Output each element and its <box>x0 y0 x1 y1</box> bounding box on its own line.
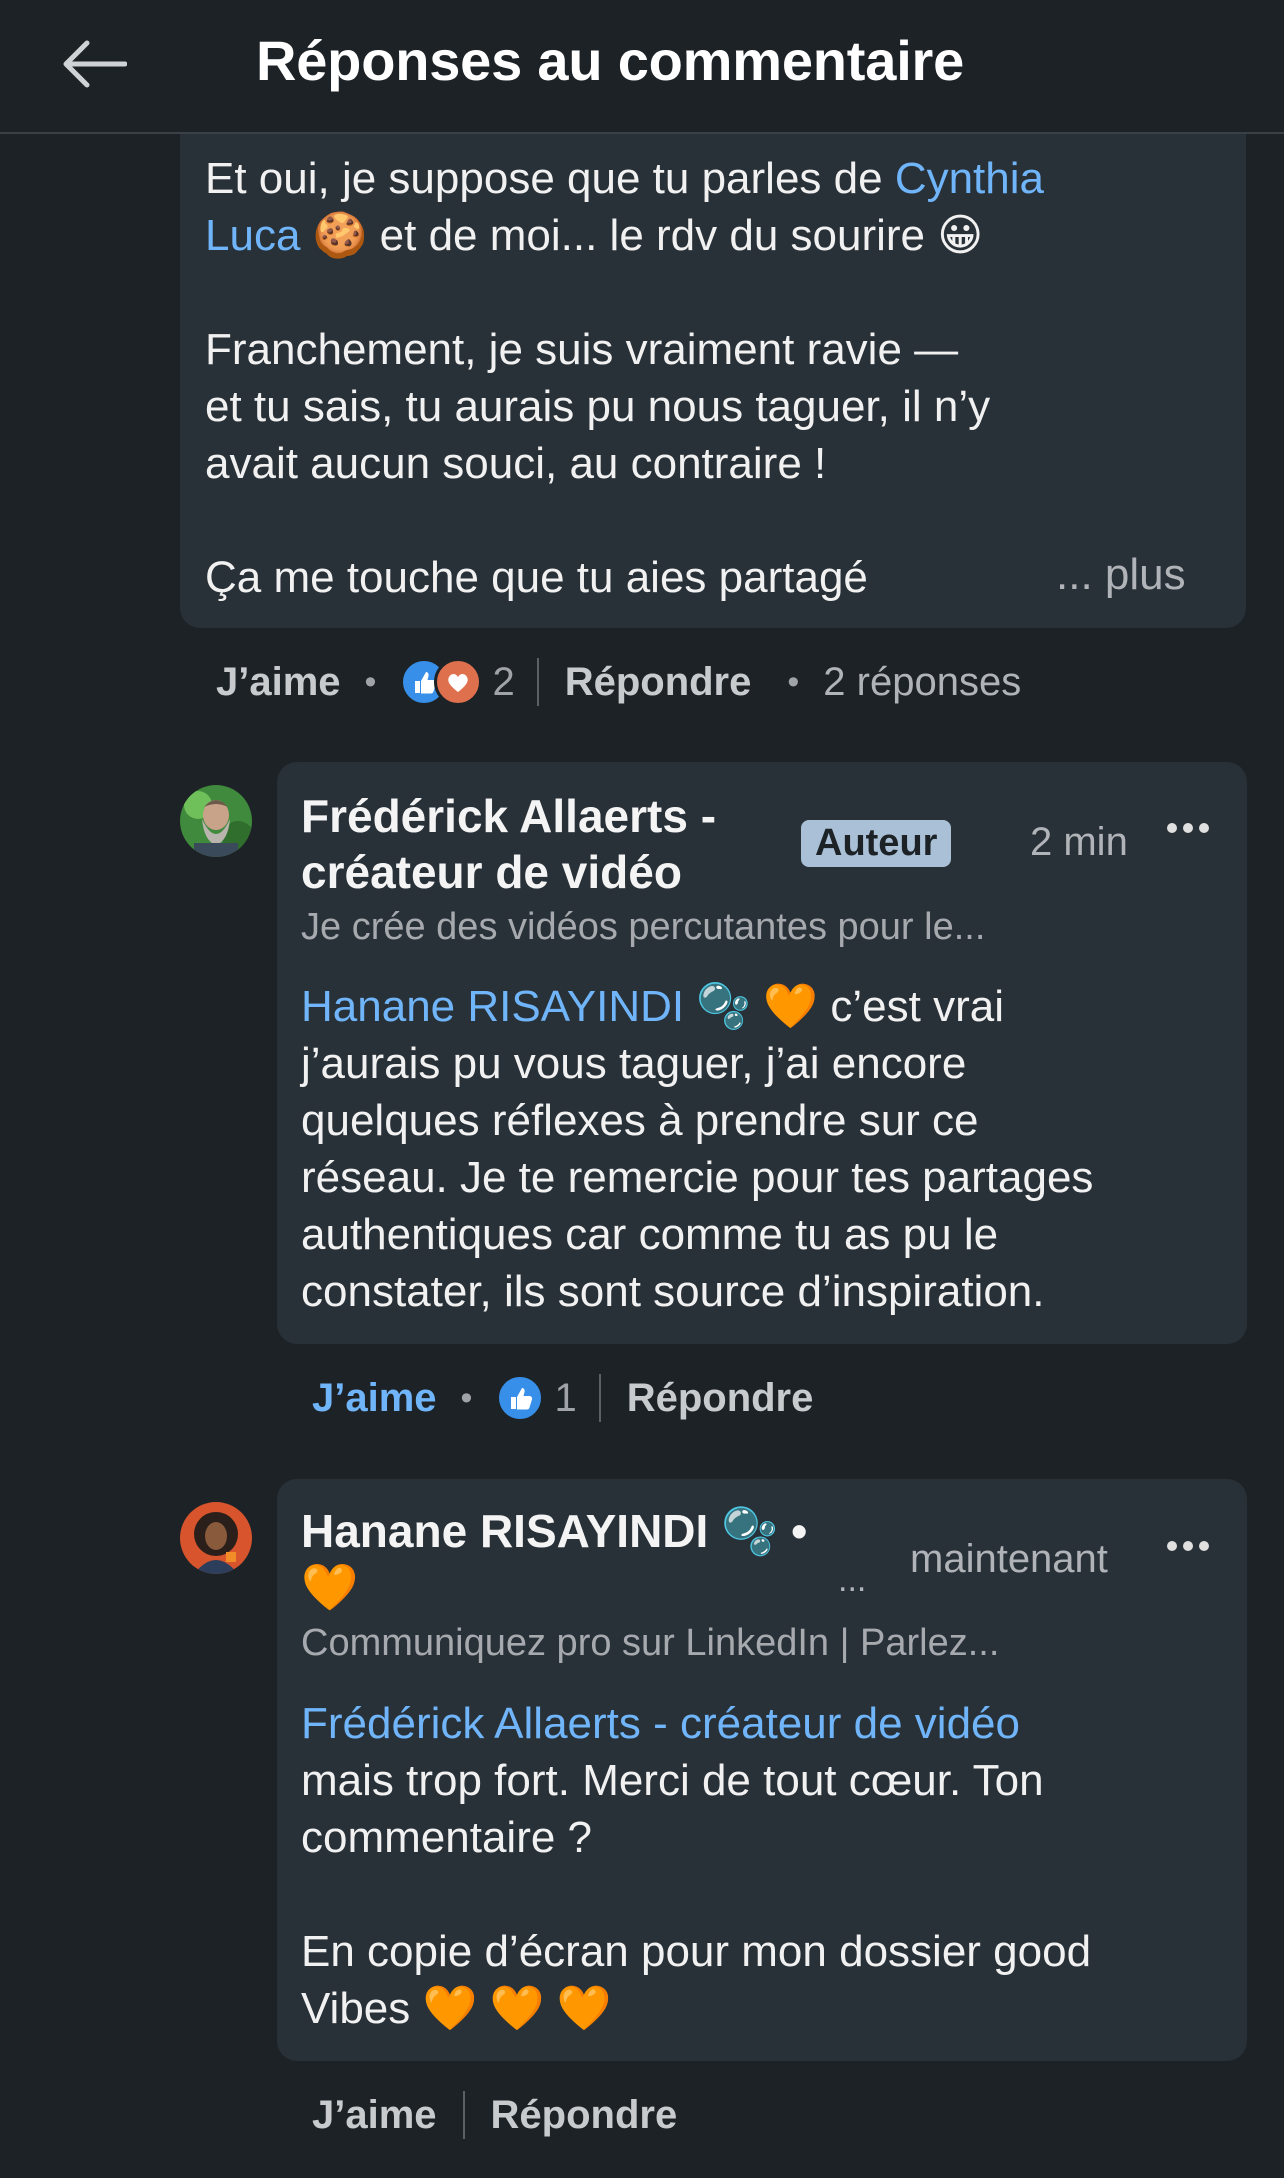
reaction-count: 2 <box>492 659 515 704</box>
text-line: Et oui, je suppose que tu parles de Cynt… <box>205 150 1235 207</box>
text-span: quelques réflexes à prendre sur ce <box>301 1096 979 1145</box>
like-button[interactable]: J’aime <box>216 660 341 705</box>
mention-link[interactable]: Luca <box>205 211 300 260</box>
text-line: mais trop fort. Merci de tout cœur. Ton <box>301 1752 1231 1809</box>
separator-dot: • <box>787 662 800 701</box>
divider <box>462 2091 465 2139</box>
reactions[interactable]: 1 <box>496 1374 577 1422</box>
author-name[interactable]: Frédérick Allaerts - créateur de vidéo <box>301 788 716 900</box>
text-span: Franchement, je suis vraiment ravie — <box>205 325 959 374</box>
timestamp: maintenant <box>910 1537 1108 1581</box>
more-options-icon[interactable] <box>1166 796 1210 846</box>
like-reaction-icon <box>496 1374 545 1422</box>
text-span: constater, ils sont source d’inspiration… <box>301 1267 1045 1316</box>
text-span: Vibes 🧡 🧡 🧡 <box>301 1984 612 2033</box>
text-line: Frédérick Allaerts - créateur de vidéo <box>301 1695 1231 1752</box>
like-button[interactable]: J’aime <box>312 2093 437 2138</box>
text-line: commentaire ? <box>301 1809 1231 1866</box>
reply-actions: J’aime Répondre <box>312 2091 677 2139</box>
text-line: j’aurais pu vous taguer, j’ai encore <box>301 1035 1231 1092</box>
text-span: 🫧 🧡 c’est vrai <box>684 982 1004 1031</box>
reaction-count: 1 <box>554 1375 577 1420</box>
mention-link[interactable]: Hanane RISAYINDI <box>301 982 684 1031</box>
text-line: Franchement, je suis vraiment ravie — <box>205 321 1235 378</box>
text-span: Ça me touche que tu aies partagé <box>205 553 868 602</box>
text-line: Luca 🍪 et de moi... le rdv du sourire 😀 <box>205 207 1235 264</box>
parent-comment-actions: J’aime • 2 Répondre • 2 réponses <box>216 658 1021 706</box>
text-line: Hanane RISAYINDI 🫧 🧡 c’est vrai <box>301 978 1231 1035</box>
text-span: réseau. Je te remercie pour tes partages <box>301 1153 1094 1202</box>
more-options-icon[interactable] <box>1166 1514 1210 1564</box>
text-span: Et oui, je suppose que tu parles de <box>205 154 895 203</box>
author-headline: Je crée des vidéos percutantes pour le..… <box>301 906 986 948</box>
reactions[interactable]: 2 <box>400 658 515 706</box>
text-span: 🍪 et de moi... le rdv du sourire 😀 <box>300 211 984 260</box>
text-span: authentiques car comme tu as pu le <box>301 1210 999 1259</box>
reply-text: Frédérick Allaerts - créateur de vidéo ma… <box>301 1695 1231 2037</box>
text-span: commentaire ? <box>301 1813 593 1862</box>
author-badge: Auteur <box>801 820 952 867</box>
text-line: En copie d’écran pour mon dossier good <box>301 1923 1231 1980</box>
text-span: En copie d’écran pour mon dossier good <box>301 1927 1092 1976</box>
text-span: mais trop fort. Merci de tout cœur. Ton <box>301 1756 1044 1805</box>
reply-button[interactable]: Répondre <box>627 1376 814 1421</box>
love-reaction-icon <box>434 658 483 706</box>
avatar[interactable] <box>180 785 252 857</box>
mention-link[interactable]: Frédérick Allaerts - créateur de vidéo <box>301 1699 1020 1748</box>
page-title: Réponses au commentaire <box>256 29 965 92</box>
text-line: avait aucun souci, au contraire ! <box>205 435 1235 492</box>
separator-dot: • <box>364 662 377 701</box>
text-span: avait aucun souci, au contraire ! <box>205 439 827 488</box>
divider <box>598 1374 601 1422</box>
see-more-link[interactable]: ... plus <box>1056 550 1186 600</box>
parent-comment-text: Et oui, je suppose que tu parles de Cynt… <box>205 150 1235 606</box>
text-line: et tu sais, tu aurais pu nous taguer, il… <box>205 378 1235 435</box>
author-headline: Communiquez pro sur LinkedIn | Parlez... <box>301 1622 1000 1664</box>
text-span: et tu sais, tu aurais pu nous taguer, il… <box>205 382 991 431</box>
reply-actions: J’aime • 1 Répondre <box>312 1374 813 1422</box>
mention-link[interactable]: Cynthia <box>895 154 1044 203</box>
separator-dot: • <box>460 1378 473 1417</box>
text-line: Vibes 🧡 🧡 🧡 <box>301 1980 1231 2037</box>
replies-count-link[interactable]: 2 réponses <box>823 660 1021 705</box>
text-line: authentiques car comme tu as pu le <box>301 1206 1231 1263</box>
author-name[interactable]: Hanane RISAYINDI 🫧 • 🧡 <box>301 1503 807 1615</box>
reply-text: Hanane RISAYINDI 🫧 🧡 c’est vrai j’aurais … <box>301 978 1231 1320</box>
back-arrow-icon[interactable] <box>56 34 132 94</box>
reply-button[interactable]: Répondre <box>565 660 752 705</box>
avatar[interactable] <box>180 1502 252 1574</box>
connection-degree: ... <box>838 1561 867 1599</box>
text-line: constater, ils sont source d’inspiration… <box>301 1263 1231 1320</box>
top-bar: Réponses au commentaire <box>0 0 1284 134</box>
divider <box>536 658 539 706</box>
reply-button[interactable]: Répondre <box>491 2093 678 2138</box>
timestamp: 2 min <box>1030 820 1128 864</box>
text-line: réseau. Je te remercie pour tes partages <box>301 1149 1231 1206</box>
text-span: j’aurais pu vous taguer, j’ai encore <box>301 1039 967 1088</box>
text-line: quelques réflexes à prendre sur ce <box>301 1092 1231 1149</box>
like-button[interactable]: J’aime <box>312 1376 437 1421</box>
